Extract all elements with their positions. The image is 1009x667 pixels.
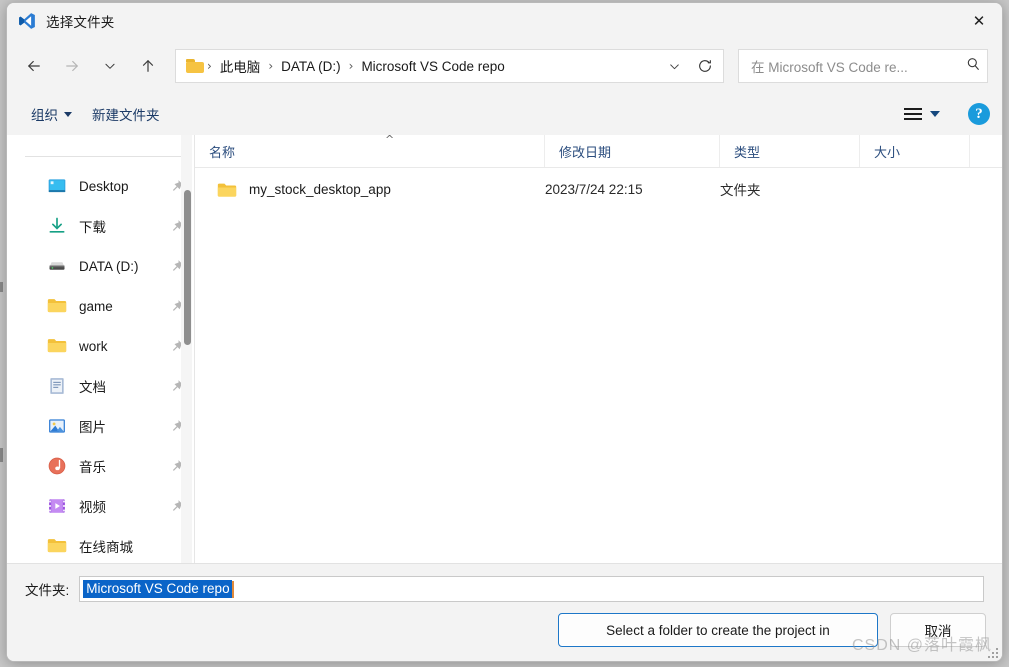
sidebar-label: work [79,338,108,354]
folder-field-label: 文件夹: [25,583,70,598]
sidebar-item-data-drive[interactable]: DATA (D:) [7,246,194,286]
chevron-down-icon [930,111,940,117]
close-icon[interactable]: ✕ [956,3,1002,39]
organize-label: 组织 [31,108,58,123]
dialog-footer: 文件夹: Microsoft VS Code repo Select a fol… [7,563,1002,661]
forward-button[interactable] [53,49,91,83]
navigation-sidebar: Desktop 下载 DATA (D:) game work 文档 图片 音乐 … [7,135,195,563]
cancel-button[interactable]: 取消 [890,613,986,647]
title-bar: 选择文件夹 ✕ [7,3,1002,39]
sidebar-item-desktop[interactable]: Desktop [7,166,194,206]
new-folder-label: 新建文件夹 [92,108,160,123]
window-title: 选择文件夹 [46,15,115,30]
breadcrumb-separator-1[interactable]: › [267,59,274,73]
breadcrumb-separator-0[interactable]: › [206,59,213,73]
select-folder-button[interactable]: Select a folder to create the project in [558,613,878,647]
new-folder-button[interactable]: 新建文件夹 [82,98,170,130]
sidebar-divider [25,156,182,157]
view-options-button[interactable] [896,102,948,126]
folder-name-value: Microsoft VS Code repo [83,580,232,598]
file-date: 2023/7/24 22:15 [545,181,643,197]
folder-name-row: 文件夹: Microsoft VS Code repo [7,564,1002,602]
sidebar-item-work[interactable]: work [7,326,194,366]
column-label: 大小 [874,144,901,160]
breadcrumb-current-folder[interactable]: Microsoft VS Code repo [354,55,511,78]
file-rows: my_stock_desktop_app 2023/7/24 22:15 文件夹 [195,168,1002,563]
sidebar-item-videos[interactable]: 视频 [7,486,194,526]
music-icon [47,456,67,476]
sidebar-label: game [79,298,113,314]
breadcrumb-data-d[interactable]: DATA (D:) [274,55,348,78]
sidebar-item-documents[interactable]: 文档 [7,366,194,406]
sidebar-scrollbar-thumb[interactable] [184,190,191,345]
folder-icon [47,536,67,556]
column-header-name[interactable]: 名称 ^ [195,133,545,167]
desktop-icon [47,176,67,196]
sidebar-label: 图片 [79,420,106,435]
organize-button[interactable]: 组织 [21,98,82,130]
chevron-down-icon[interactable] [659,51,689,81]
sidebar-label: 在线商城 [79,540,133,555]
text-caret [231,580,234,598]
footer-buttons: Select a folder to create the project in… [558,613,986,647]
table-row[interactable]: my_stock_desktop_app 2023/7/24 22:15 文件夹 [195,168,1002,210]
sidebar-label: Desktop [79,178,129,194]
column-headers: 名称 ^ 修改日期 类型 大小 [195,133,1002,168]
window-controls: ✕ [956,3,1002,39]
folder-icon [186,58,204,74]
file-list-pane: 名称 ^ 修改日期 类型 大小 my_stock_desktop_app 202… [195,133,1002,563]
folder-icon [47,296,67,316]
sidebar-item-music[interactable]: 音乐 [7,446,194,486]
breadcrumb-separator-2[interactable]: › [348,59,355,73]
sidebar-label: 视频 [79,500,106,515]
column-label: 类型 [734,144,761,160]
back-button[interactable] [15,49,53,83]
background-window-edge [0,282,3,292]
column-header-size[interactable]: 大小 [860,135,970,167]
column-header-date[interactable]: 修改日期 [545,135,720,167]
caret-down-icon [64,111,72,117]
downloads-icon [47,216,67,236]
documents-icon [47,376,67,396]
list-view-icon [904,108,922,120]
file-name: my_stock_desktop_app [249,181,391,197]
pictures-icon [47,416,67,436]
sidebar-item-pictures[interactable]: 图片 [7,406,194,446]
search-input[interactable]: 在 Microsoft VS Code re... [738,49,988,83]
sidebar-label: 音乐 [79,460,106,475]
command-bar: 组织 新建文件夹 ? [7,93,1002,135]
sidebar-item-downloads[interactable]: 下载 [7,206,194,246]
dialog-body: Desktop 下载 DATA (D:) game work 文档 图片 音乐 … [7,133,1002,563]
address-bar[interactable]: › 此电脑 › DATA (D:) › Microsoft VS Code re… [175,49,724,83]
column-label: 修改日期 [559,144,612,160]
column-header-type[interactable]: 类型 [720,135,860,167]
resize-grip-icon[interactable] [985,645,998,658]
sidebar-item-game[interactable]: game [7,286,194,326]
vscode-icon [18,12,36,30]
up-button[interactable] [129,49,167,83]
folder-icon [47,336,67,356]
sidebar-label: 下载 [79,220,106,235]
navigation-bar: › 此电脑 › DATA (D:) › Microsoft VS Code re… [7,39,1002,93]
drive-icon [47,256,67,276]
sidebar-item-online-store[interactable]: 在线商城 [7,526,194,563]
folder-picker-dialog: 选择文件夹 ✕ › 此电脑 › DATA (D:) › Microsoft VS… [6,2,1003,662]
videos-icon [47,496,67,516]
column-header-filler [970,135,1002,167]
file-type: 文件夹 [720,183,761,198]
column-label: 名称 [209,144,236,160]
search-icon[interactable] [965,56,981,77]
search-placeholder: 在 Microsoft VS Code re... [751,60,908,75]
refresh-icon[interactable] [689,51,721,81]
recent-locations-button[interactable] [91,49,129,83]
sidebar-label: 文档 [79,380,106,395]
help-circle-icon[interactable]: ? [968,103,990,125]
folder-name-input[interactable]: Microsoft VS Code repo [79,576,984,602]
sidebar-list: Desktop 下载 DATA (D:) game work 文档 图片 音乐 … [7,166,194,563]
sort-ascending-icon: ^ [385,133,395,146]
breadcrumb-this-pc[interactable]: 此电脑 [213,52,268,80]
sidebar-label: DATA (D:) [79,258,139,274]
background-window-edge-2 [0,448,3,462]
folder-icon [217,181,237,198]
